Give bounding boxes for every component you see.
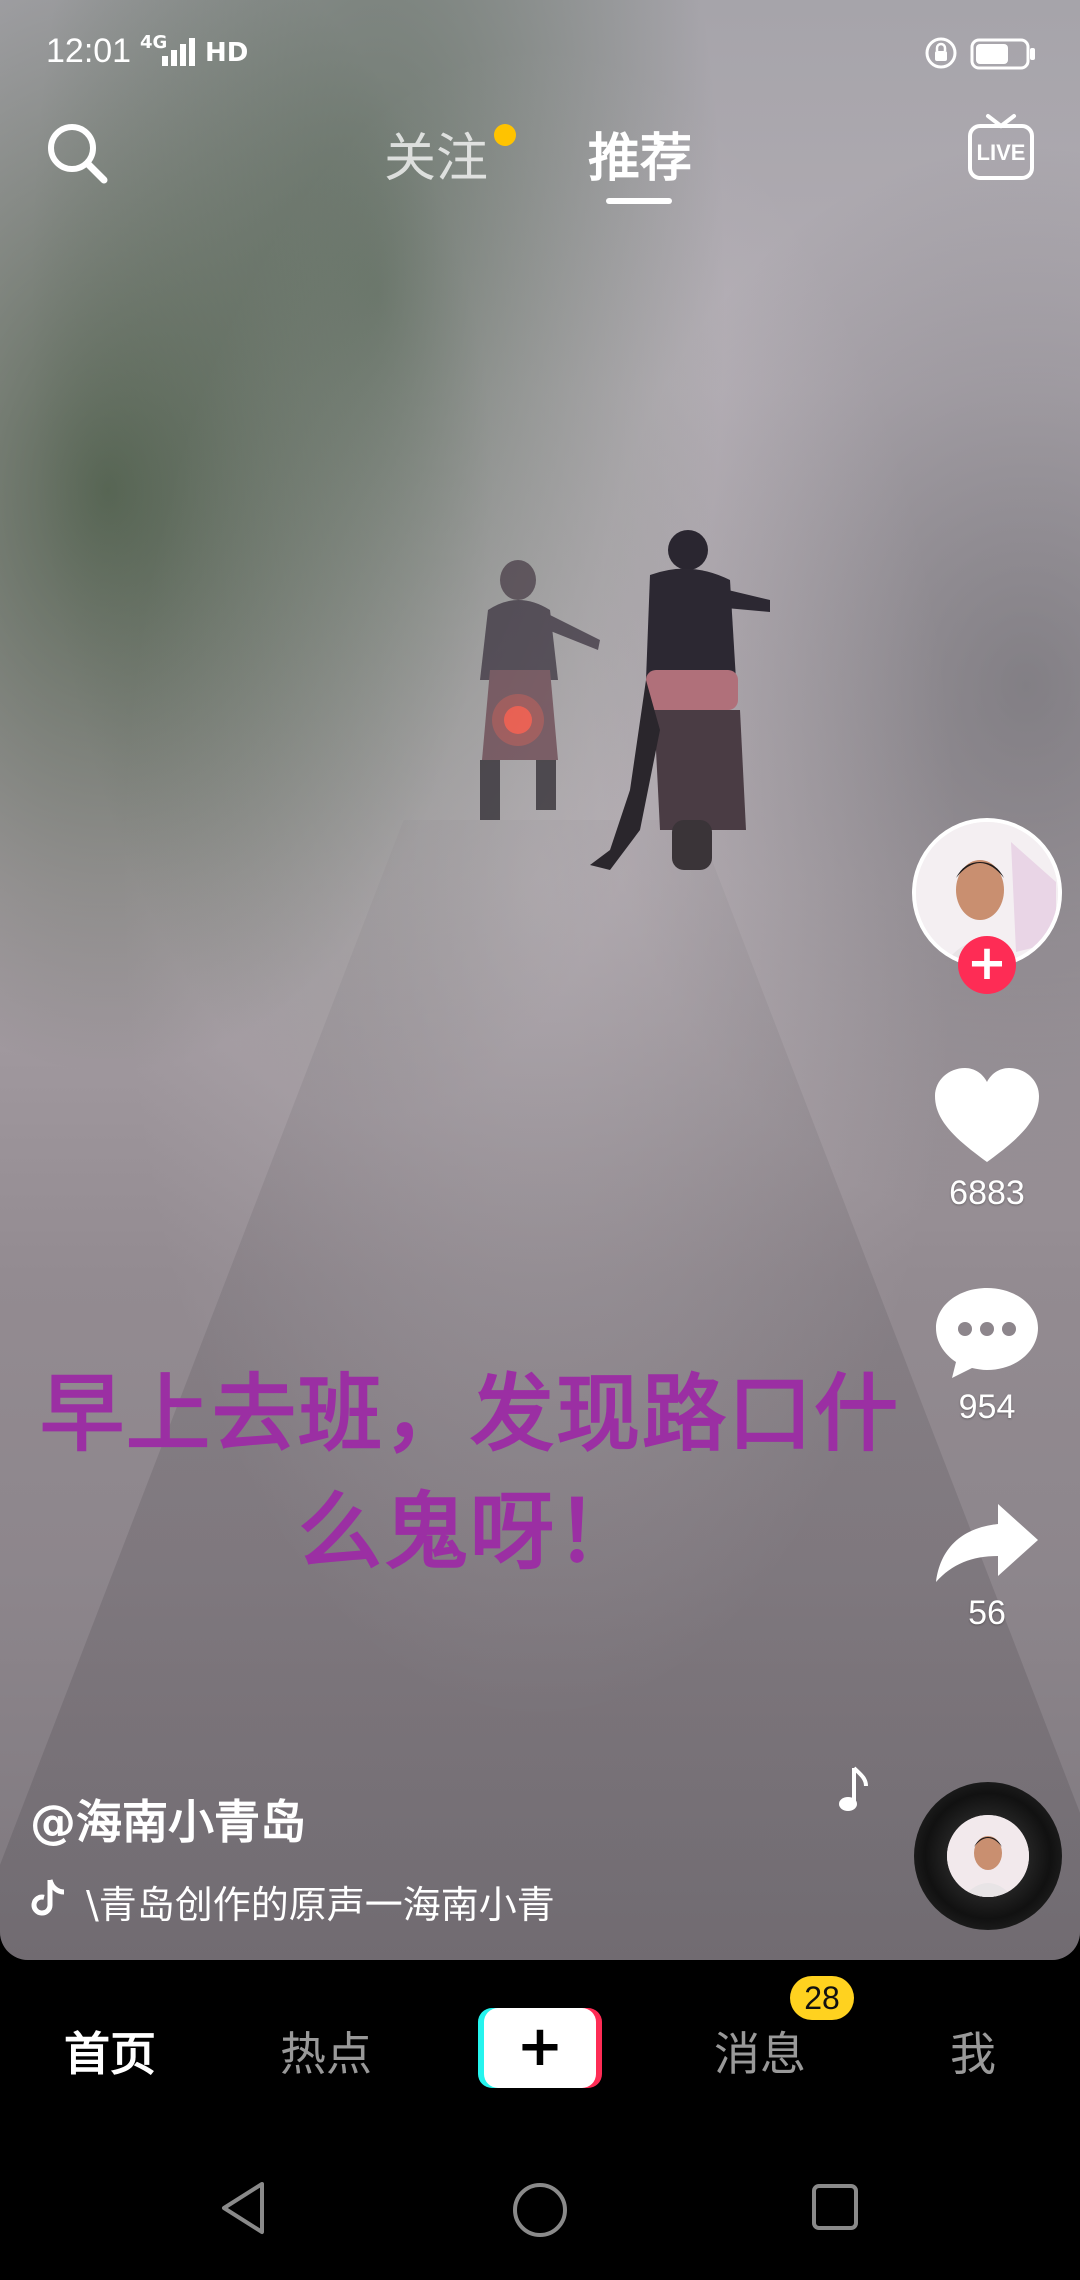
disc-avatar (947, 1815, 1029, 1897)
music-info[interactable]: \青岛创作的原声一海南小青 (30, 1874, 590, 1927)
author-handle[interactable]: @海南小青岛 (30, 1786, 306, 1852)
hd-indicator: HD (205, 38, 249, 68)
live-tv-icon[interactable]: LIVE (966, 110, 1036, 184)
share-arrow-icon (936, 1504, 1038, 1582)
top-nav: 关注 推荐 LIVE (0, 110, 1080, 220)
rotation-lock-icon (925, 37, 957, 69)
nav-trending[interactable]: 热点 (280, 2018, 372, 2084)
caption-line-1: 早上去班，发现路口什 (40, 1365, 901, 1463)
tab-following[interactable]: 关注 (384, 116, 488, 191)
author-avatar[interactable]: + (912, 818, 1062, 994)
battery-icon (970, 38, 1035, 70)
heart-icon (935, 1068, 1039, 1162)
tiktok-note-icon (31, 1879, 65, 1916)
floating-note-icon (839, 1766, 868, 1811)
search-icon[interactable] (42, 118, 112, 188)
bottom-nav: 首页 热点 + 消息 28 我 (0, 1960, 1080, 2140)
music-title: \青岛创作的原声一海南小青 (86, 1883, 555, 1927)
comment-icon (936, 1288, 1038, 1378)
following-notification-dot (494, 124, 516, 146)
system-nav-bar (0, 2140, 1080, 2280)
home-circle-icon[interactable] (510, 2180, 570, 2240)
plus-icon: + (484, 2008, 596, 2088)
like-count: 6883 (949, 1174, 1025, 1212)
music-disc[interactable] (914, 1782, 1062, 1930)
fog-overlay (0, 0, 1080, 1960)
video-caption: 早上去班，发现路口什 么鬼呀！ (40, 1355, 900, 1591)
active-tab-indicator (606, 198, 672, 204)
status-time: 12:01 (46, 32, 132, 70)
live-label: LIVE (977, 140, 1026, 165)
nav-messages[interactable]: 消息 (714, 2018, 806, 2084)
motorcycle-riders-image (480, 530, 770, 870)
nav-profile[interactable]: 我 (950, 2018, 996, 2084)
share-count: 56 (968, 1594, 1006, 1632)
like-button[interactable]: 6883 (922, 1066, 1052, 1213)
app-screen: 早上去班，发现路口什 么鬼呀！ 12:01 4G HD 关注 推荐 LIVE +… (0, 0, 1080, 2280)
back-icon[interactable] (218, 2180, 268, 2236)
tab-recommended[interactable]: 推荐 (588, 116, 692, 191)
follow-plus-button[interactable]: + (958, 936, 1016, 994)
messages-badge: 28 (790, 1976, 854, 2020)
share-button[interactable]: 56 (922, 1500, 1052, 1633)
disc-face-icon (947, 1815, 1029, 1897)
status-bar: 12:01 4G HD (0, 0, 1080, 110)
create-button[interactable]: + (478, 2008, 602, 2088)
nav-home[interactable]: 首页 (64, 2018, 156, 2084)
comment-button[interactable]: 954 (922, 1284, 1052, 1427)
signal-icon (162, 38, 195, 66)
recent-apps-icon[interactable] (810, 2182, 860, 2232)
comment-count: 954 (958, 1388, 1016, 1426)
video-player[interactable]: 早上去班，发现路口什 么鬼呀！ (0, 0, 1080, 1960)
caption-line-2: 么鬼呀！ (297, 1483, 642, 1581)
